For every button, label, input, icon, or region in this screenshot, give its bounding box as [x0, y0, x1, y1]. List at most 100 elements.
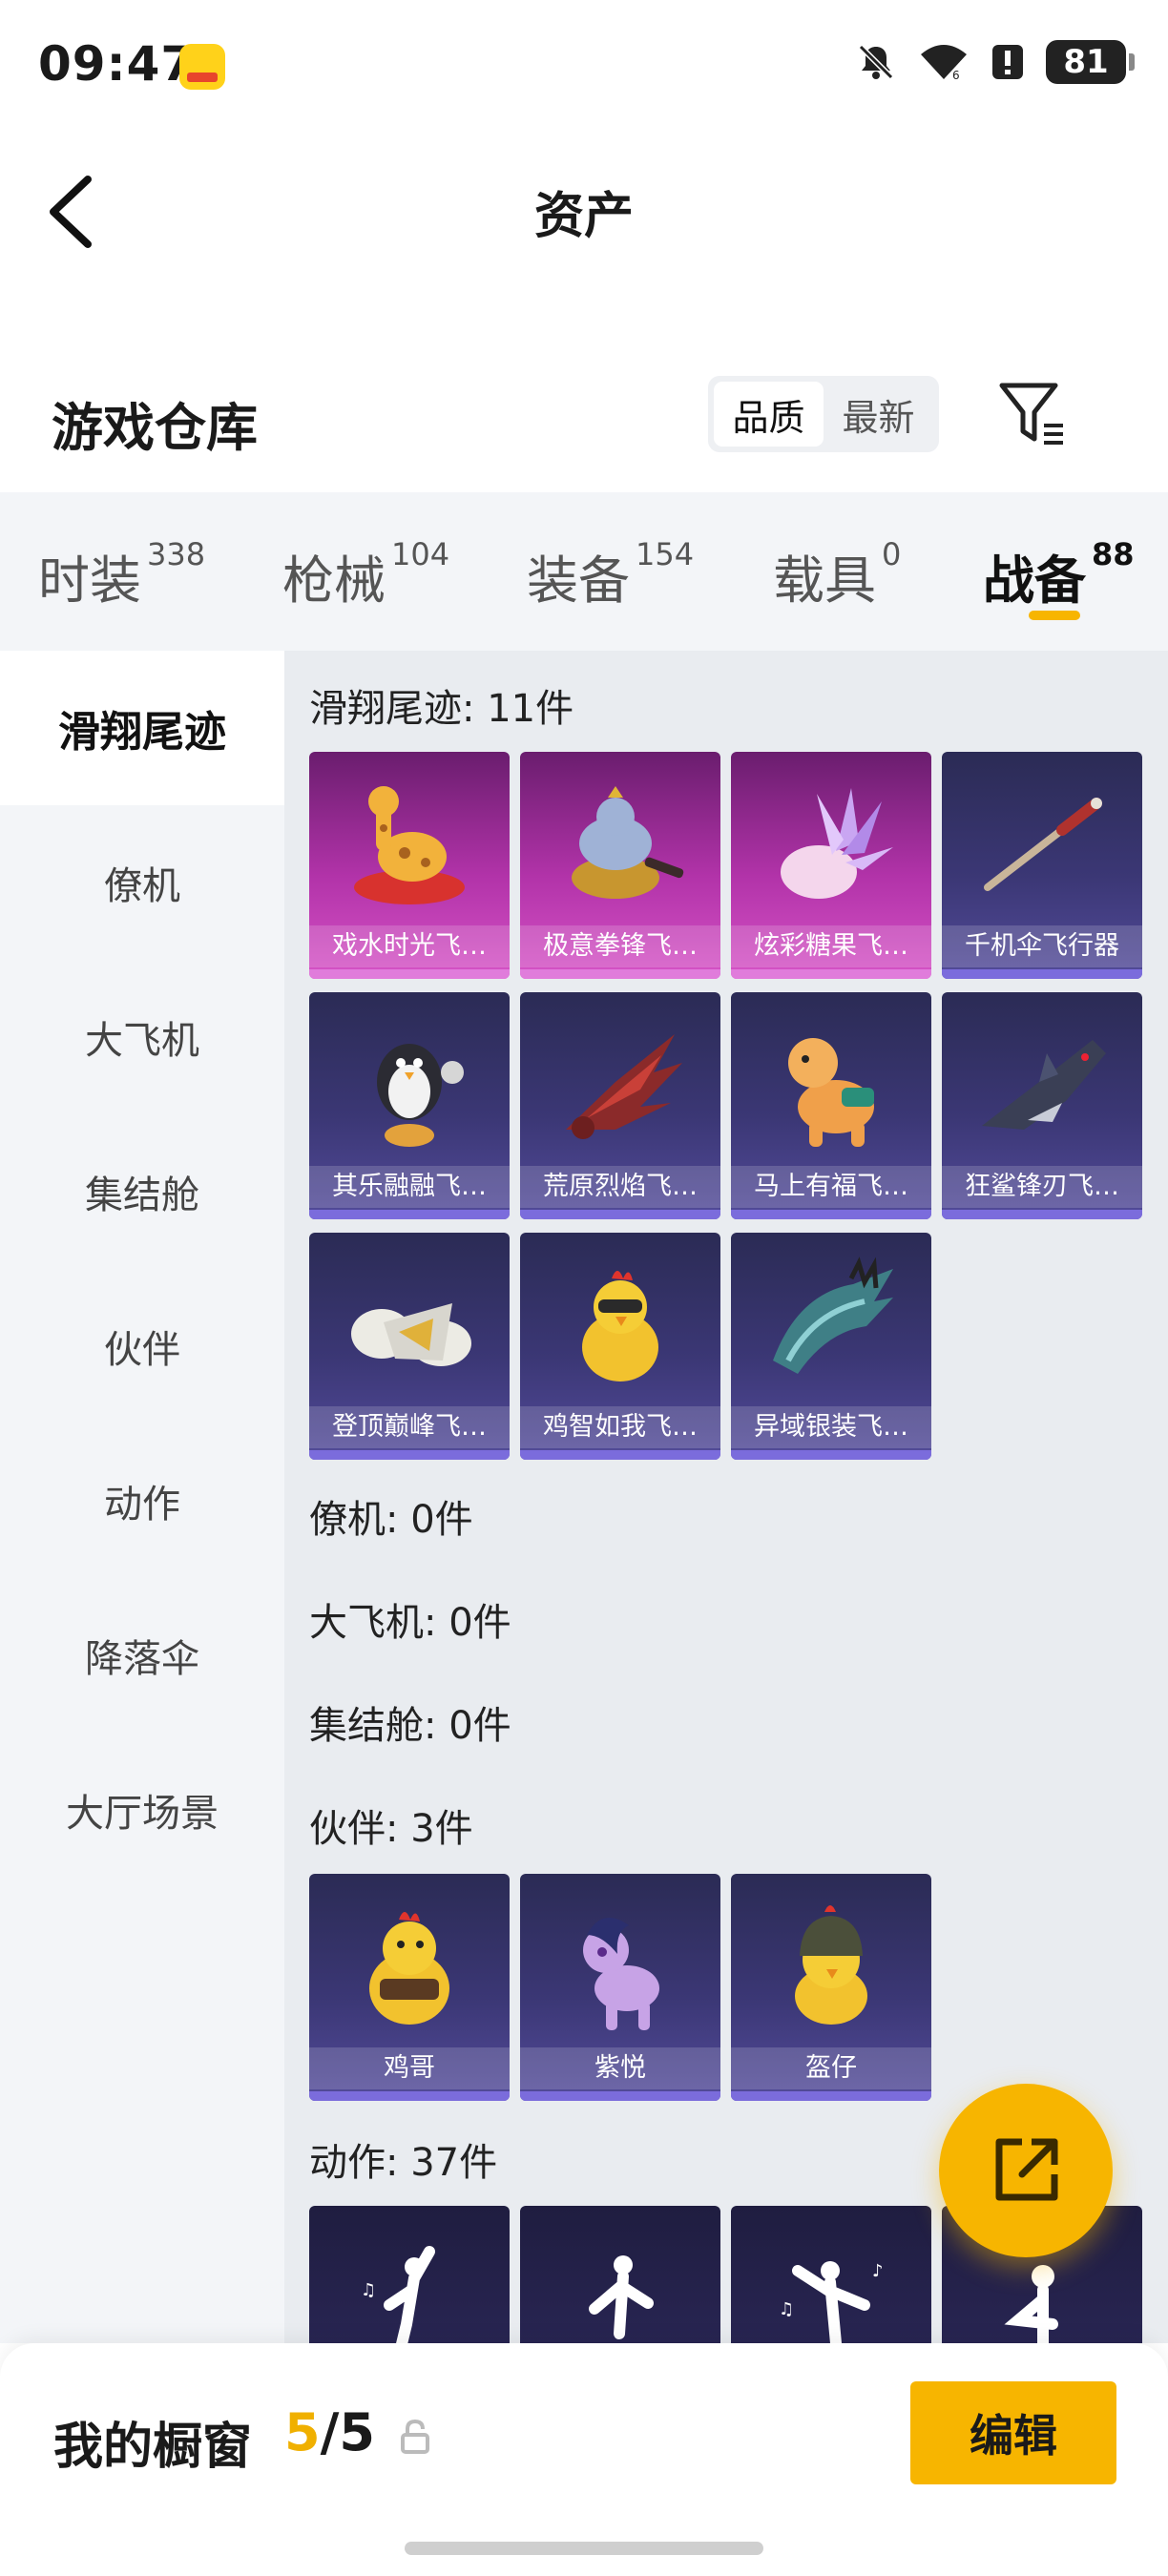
silver-wings-icon [773, 1257, 893, 1374]
share-button[interactable] [939, 2084, 1113, 2257]
showcase-separator: / [320, 2402, 340, 2462]
svg-text:♫: ♫ [779, 2299, 794, 2319]
sidebar-item-companion[interactable]: 伙伴 [0, 1269, 284, 1423]
item-card[interactable]: 异域银装飞… [731, 1233, 931, 1460]
showcase-count: 5/5 [284, 2402, 375, 2462]
item-card[interactable]: 千机伞飞行器 [942, 752, 1142, 979]
dance-pose-icon: ♫ [361, 2246, 435, 2343]
chicken-pilot-icon [582, 1271, 658, 1381]
item-card[interactable]: ♫ ♪ [731, 2206, 931, 2343]
purple-pony-icon [583, 1918, 659, 2030]
section-title: 大飞机: 0件 [309, 1601, 511, 1645]
wifi-icon: 6 [921, 45, 967, 82]
sort-toggle: 品质 最新 [708, 376, 939, 452]
item-name: 千机伞飞行器 [942, 925, 1142, 967]
tab-war-prep[interactable]: 战备 88 [983, 536, 1135, 613]
section-title: 集结舱: 0件 [309, 1704, 511, 1748]
sidebar-item-emote[interactable]: 动作 [0, 1423, 284, 1578]
tab-label: 载具 [773, 551, 876, 611]
filter-button[interactable] [996, 376, 1069, 452]
warehouse-title: 游戏仓库 [52, 398, 258, 458]
page-title: 资产 [533, 188, 634, 245]
tab-count: 88 [1092, 536, 1135, 572]
elephant-glider-icon [572, 786, 684, 899]
item-name: 其乐融融飞… [309, 1166, 510, 1208]
section-title: 滑翔尾迹: 11件 [309, 687, 574, 731]
warehouse-header: 游戏仓库 品质 最新 [0, 363, 1168, 487]
item-name: 炫彩糖果飞… [731, 925, 931, 967]
svg-text:♫: ♫ [361, 2280, 376, 2300]
item-card[interactable] [520, 2206, 720, 2343]
svg-text:6: 6 [952, 69, 960, 82]
tab-fashion[interactable]: 时装 338 [38, 536, 206, 613]
status-bar: 09:47 6 81 [0, 0, 1168, 134]
section-title: 僚机: 0件 [309, 1498, 473, 1542]
item-name: 荒原烈焰飞… [520, 1166, 720, 1208]
sidebar-item-lobby-scene[interactable]: 大厅场景 [0, 1733, 284, 1887]
status-time: 09:47 [38, 36, 196, 92]
item-card[interactable]: 极意拳锋飞… [520, 752, 720, 979]
item-card[interactable]: 马上有福飞… [731, 992, 931, 1219]
item-name: 登顶巅峰飞… [309, 1406, 510, 1448]
section-title: 伙伴: 3件 [309, 1807, 473, 1851]
status-icons: 6 81 [855, 40, 1135, 84]
tab-count: 154 [636, 536, 695, 572]
tab-count: 104 [391, 536, 450, 572]
tab-count: 338 [147, 536, 206, 572]
app-notification-icon [179, 44, 225, 90]
category-tabs: 时装 338 枪械 104 装备 154 载具 0 战备 88 [0, 492, 1168, 651]
item-card[interactable]: 荒原烈焰飞… [520, 992, 720, 1219]
tab-count: 0 [882, 536, 902, 572]
item-card[interactable]: 盔仔 [731, 1874, 931, 2101]
svg-text:♪: ♪ [872, 2261, 884, 2281]
showcase-total: 5 [339, 2402, 375, 2462]
sidebar-item-parachute[interactable]: 降落伞 [0, 1578, 284, 1733]
section-title: 动作: 37件 [309, 2141, 498, 2185]
edit-button[interactable]: 编辑 [910, 2381, 1116, 2484]
item-name: 马上有福飞… [731, 1166, 931, 1208]
item-card[interactable]: 鸡哥 [309, 1874, 510, 2101]
giraffe-toy-icon [354, 786, 465, 904]
chicken-buddy-icon [369, 1912, 449, 2025]
showcase-current: 5 [284, 2402, 321, 2462]
item-card[interactable]: 登顶巅峰飞… [309, 1233, 510, 1460]
item-name: 异域银装飞… [731, 1406, 931, 1448]
item-card[interactable]: 狂鲨锋刃飞… [942, 992, 1142, 1219]
battery-indicator: 81 [1046, 40, 1135, 84]
item-card[interactable]: 紫悦 [520, 1874, 720, 2101]
showcase-label: 我的橱窗 [53, 2419, 253, 2476]
helmet-chick-icon [795, 1905, 867, 2025]
sort-quality-button[interactable]: 品质 [714, 382, 824, 447]
nav-bar: 资产 [0, 134, 1168, 277]
dance-pose-icon [589, 2255, 654, 2339]
item-card[interactable]: ♫ [309, 2206, 510, 2343]
tab-weapons[interactable]: 枪械 104 [282, 536, 450, 613]
sidebar-item-assembly-pod[interactable]: 集结舱 [0, 1114, 284, 1269]
item-name: 鸡哥 [309, 2047, 510, 2089]
item-card[interactable]: 其乐融融飞… [309, 992, 510, 1219]
jet-glider-icon [351, 1303, 471, 1366]
sidebar-item-wingman[interactable]: 僚机 [0, 805, 284, 960]
sidebar-item-glide-trail[interactable]: 滑翔尾迹 [0, 651, 284, 805]
tab-vehicles[interactable]: 载具 0 [773, 536, 902, 613]
penguin-balloon-icon [377, 1044, 464, 1147]
item-card[interactable]: 鸡智如我飞… [520, 1233, 720, 1460]
item-card[interactable]: 戏水时光飞… [309, 752, 510, 979]
home-indicator[interactable] [405, 2542, 763, 2555]
active-tab-indicator [1029, 611, 1080, 620]
mute-bell-icon [858, 44, 894, 80]
alert-icon [992, 45, 1023, 79]
share-icon [995, 2138, 1058, 2201]
item-name: 紫悦 [520, 2047, 720, 2089]
item-name: 狂鲨锋刃飞… [942, 1166, 1142, 1208]
flame-wings-icon [566, 1034, 682, 1139]
item-name: 极意拳锋飞… [520, 925, 720, 967]
tab-equipment[interactable]: 装备 154 [527, 536, 695, 613]
sort-latest-button[interactable]: 最新 [824, 382, 933, 447]
item-name: 戏水时光飞… [309, 925, 510, 967]
showcase-bar: 我的橱窗 5/5 编辑 [0, 2343, 1168, 2576]
umbrella-staff-icon [984, 798, 1102, 891]
item-card[interactable]: 炫彩糖果飞… [731, 752, 931, 979]
sidebar-item-big-plane[interactable]: 大飞机 [0, 960, 284, 1114]
lock-icon [401, 2419, 429, 2454]
